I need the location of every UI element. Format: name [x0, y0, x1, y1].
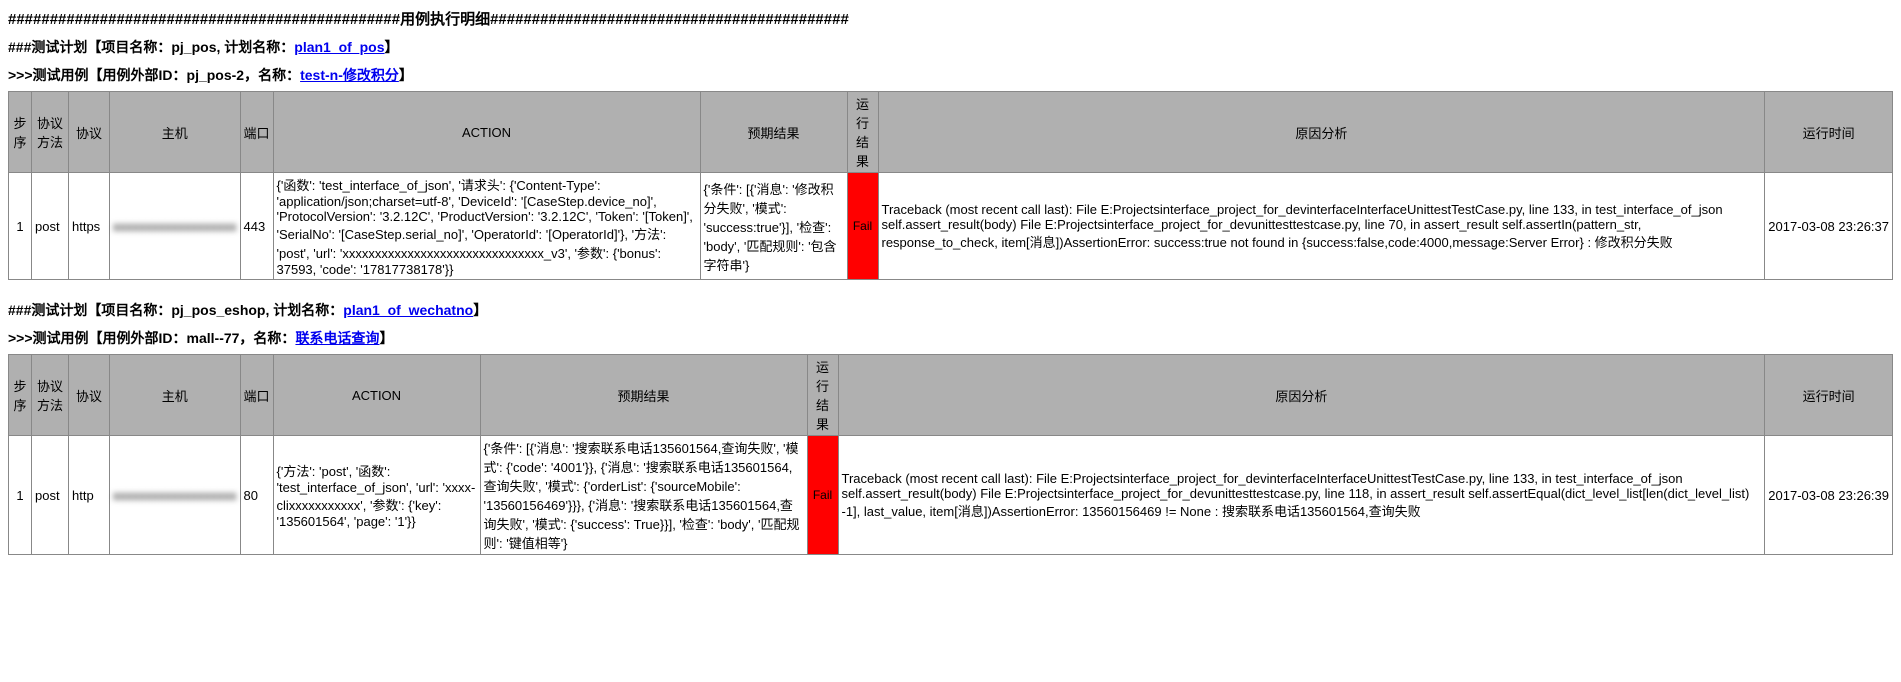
cell-time: 2017-03-08 23:26:37 — [1765, 173, 1893, 280]
col-proto: 协议 — [69, 355, 110, 436]
col-method: 协议方法 — [32, 355, 69, 436]
col-reason: 原因分析 — [838, 355, 1765, 436]
col-reason: 原因分析 — [878, 92, 1765, 173]
plan1-suffix: 】 — [385, 39, 399, 55]
plan2-prefix: ###测试计划【项目名称：pj_pos_eshop, 计划名称： — [8, 302, 343, 318]
col-port: 端口 — [240, 355, 273, 436]
case2-prefix: >>>测试用例【用例外部ID：mall--77，名称： — [8, 330, 295, 346]
cell-proto: http — [69, 436, 110, 555]
col-result: 运行结果 — [847, 92, 878, 173]
cell-seq: 1 — [9, 173, 32, 280]
cell-host: xxxxxxxxxxxxxxxxxxx — [110, 173, 241, 280]
test-plan-2: ###测试计划【项目名称：pj_pos_eshop, 计划名称：plan1_of… — [8, 300, 1893, 320]
col-proto: 协议 — [69, 92, 110, 173]
cell-time: 2017-03-08 23:26:39 — [1765, 436, 1893, 555]
case2-suffix: 】 — [379, 330, 393, 346]
col-action: ACTION — [273, 92, 700, 173]
table-row: 1 post http xxxxxxxxxxxxxxxxxxx 80 {'方法'… — [9, 436, 1893, 555]
cell-action: {'函数': 'test_interface_of_json', '请求头': … — [273, 173, 700, 280]
cell-result-fail: Fail — [847, 173, 878, 280]
col-port: 端口 — [240, 92, 273, 173]
col-seq: 步序 — [9, 92, 32, 173]
table-header-row: 步序 协议方法 协议 主机 端口 ACTION 预期结果 运行结果 原因分析 运… — [9, 355, 1893, 436]
case2-link[interactable]: 联系电话查询 — [295, 330, 379, 346]
cell-expect: {'条件': [{'消息': '修改积分失败', '模式': 'success:… — [700, 173, 847, 280]
cell-port: 80 — [240, 436, 273, 555]
test-case-2: >>>测试用例【用例外部ID：mall--77，名称：联系电话查询】 — [8, 328, 1893, 348]
col-expect: 预期结果 — [700, 92, 847, 173]
cell-reason: Traceback (most recent call last): File … — [838, 436, 1765, 555]
report-header: ########################################… — [8, 8, 1893, 29]
cell-expect: {'条件': [{'消息': '搜索联系电话135601564,查询失败', '… — [480, 436, 807, 555]
col-time: 运行时间 — [1765, 92, 1893, 173]
cell-result-fail: Fail — [807, 436, 838, 555]
col-seq: 步序 — [9, 355, 32, 436]
result-table-2: 步序 协议方法 协议 主机 端口 ACTION 预期结果 运行结果 原因分析 运… — [8, 354, 1893, 555]
cell-method: post — [32, 173, 69, 280]
col-method: 协议方法 — [32, 92, 69, 173]
col-host: 主机 — [110, 92, 241, 173]
test-plan-1: ###测试计划【项目名称：pj_pos, 计划名称：plan1_of_pos】 — [8, 37, 1893, 57]
cell-action: {'方法': 'post', '函数': 'test_interface_of_… — [273, 436, 480, 555]
table-header-row: 步序 协议方法 协议 主机 端口 ACTION 预期结果 运行结果 原因分析 运… — [9, 92, 1893, 173]
plan2-link[interactable]: plan1_of_wechatno — [343, 302, 473, 318]
plan2-suffix: 】 — [473, 302, 487, 318]
plan1-prefix: ###测试计划【项目名称：pj_pos, 计划名称： — [8, 39, 294, 55]
case1-prefix: >>>测试用例【用例外部ID：pj_pos-2，名称： — [8, 67, 300, 83]
case1-link[interactable]: test-n-修改积分 — [300, 67, 399, 83]
table-row: 1 post https xxxxxxxxxxxxxxxxxxx 443 {'函… — [9, 173, 1893, 280]
cell-proto: https — [69, 173, 110, 280]
cell-method: post — [32, 436, 69, 555]
col-result: 运行结果 — [807, 355, 838, 436]
cell-seq: 1 — [9, 436, 32, 555]
cell-port: 443 — [240, 173, 273, 280]
col-action: ACTION — [273, 355, 480, 436]
cell-reason: Traceback (most recent call last): File … — [878, 173, 1765, 280]
col-time: 运行时间 — [1765, 355, 1893, 436]
result-table-1: 步序 协议方法 协议 主机 端口 ACTION 预期结果 运行结果 原因分析 运… — [8, 91, 1893, 280]
col-expect: 预期结果 — [480, 355, 807, 436]
case1-suffix: 】 — [399, 67, 413, 83]
test-case-1: >>>测试用例【用例外部ID：pj_pos-2，名称：test-n-修改积分】 — [8, 65, 1893, 85]
col-host: 主机 — [110, 355, 241, 436]
plan1-link[interactable]: plan1_of_pos — [294, 39, 384, 55]
cell-host: xxxxxxxxxxxxxxxxxxx — [110, 436, 241, 555]
